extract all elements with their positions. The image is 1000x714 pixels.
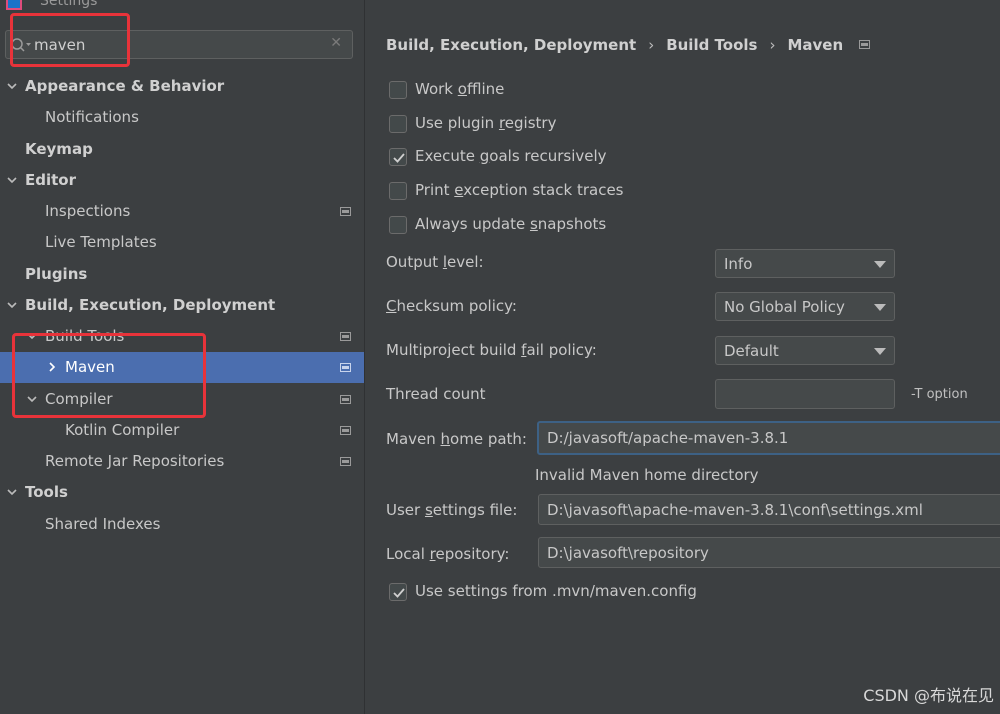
- output-level-label: Output level:: [386, 253, 484, 271]
- tree-item-label: Kotlin Compiler: [65, 421, 180, 439]
- tree-item-label: Appearance & Behavior: [25, 77, 225, 95]
- user-settings-file-input[interactable]: D:\javasoft\apache-maven-3.8.1\conf\sett…: [538, 494, 1000, 525]
- tree-item-inspections[interactable]: Inspections: [0, 196, 364, 227]
- execute-goals-recursively-checkbox[interactable]: [389, 148, 407, 166]
- use-mvn-config-checkbox[interactable]: [389, 583, 407, 601]
- maven-home-error: Invalid Maven home directory: [535, 466, 759, 484]
- tree-item-label: Plugins: [25, 265, 88, 283]
- project-settings-icon: [340, 395, 351, 404]
- close-icon[interactable]: ✕: [330, 35, 342, 51]
- dropdown-arrow-icon: [874, 304, 886, 311]
- tree-item-appearance-behavior[interactable]: Appearance & Behavior: [0, 71, 364, 102]
- checkbox-label: Always update snapshots: [415, 215, 607, 233]
- checksum-policy-label: Checksum policy:: [386, 297, 517, 315]
- user-settings-file-label: User settings file:: [386, 501, 518, 519]
- output-level-dropdown[interactable]: Info: [715, 249, 895, 278]
- thread-count-input[interactable]: [715, 379, 895, 409]
- maven-home-path-label: Maven home path:: [386, 430, 527, 448]
- checkbox-label: Print exception stack traces: [415, 181, 624, 199]
- tree-item-editor[interactable]: Editor: [0, 165, 364, 196]
- tree-item-plugins[interactable]: Plugins: [0, 259, 364, 290]
- checkbox-label: Work offline: [415, 80, 505, 98]
- tree-item-label: Shared Indexes: [45, 515, 161, 533]
- tree-item-label: Live Templates: [45, 233, 157, 251]
- annotation-box-search: [10, 13, 130, 67]
- print-exception-stack-traces-checkbox[interactable]: [389, 182, 407, 200]
- local-repository-label: Local repository:: [386, 545, 510, 563]
- dropdown-value: Default: [724, 342, 779, 360]
- chevron-down-icon[interactable]: [6, 174, 18, 186]
- thread-count-label: Thread count: [386, 385, 486, 403]
- tree-item-notifications[interactable]: Notifications: [0, 102, 364, 133]
- settings-content: Build, Execution, Deployment › Build Tools…: [364, 0, 1000, 714]
- window-title: Settings: [40, 0, 98, 9]
- breadcrumb: Build, Execution, Deployment › Build Tools…: [386, 36, 871, 54]
- breadcrumb-item: Build, Execution, Deployment: [386, 36, 637, 54]
- tree-item-label: Editor: [25, 171, 76, 189]
- dropdown-arrow-icon: [874, 261, 886, 268]
- local-repository-input[interactable]: D:\javasoft\repository: [538, 537, 1000, 568]
- breadcrumb-separator: ›: [648, 36, 655, 54]
- chevron-down-icon[interactable]: [6, 80, 18, 92]
- tree-item-remote-jar-repositories[interactable]: Remote Jar Repositories: [0, 446, 364, 477]
- work-offline-checkbox[interactable]: [389, 81, 407, 99]
- annotation-box-maven: [12, 333, 206, 418]
- tree-item-kotlin-compiler[interactable]: Kotlin Compiler: [0, 415, 364, 446]
- tree-item-label: Notifications: [45, 108, 139, 126]
- project-settings-icon: [340, 207, 351, 216]
- always-update-snapshots-checkbox[interactable]: [389, 216, 407, 234]
- dropdown-value: Info: [724, 255, 753, 273]
- checkmark-icon: [393, 588, 405, 598]
- checksum-policy-dropdown[interactable]: No Global Policy: [715, 292, 895, 321]
- project-settings-icon: [340, 426, 351, 435]
- watermark: CSDN @布说在见: [863, 686, 994, 705]
- input-value: D:\javasoft\repository: [547, 544, 709, 562]
- checkbox-label: Use plugin registry: [415, 114, 557, 132]
- breadcrumb-item: Maven: [787, 36, 844, 54]
- tree-item-live-templates[interactable]: Live Templates: [0, 227, 364, 258]
- fail-policy-label: Multiproject build fail policy:: [386, 341, 597, 359]
- project-settings-icon: [859, 40, 871, 49]
- checkbox-label: Use settings from .mvn/maven.config: [415, 582, 697, 600]
- project-settings-icon: [340, 363, 351, 372]
- breadcrumb-item: Build Tools: [666, 36, 758, 54]
- fail-policy-dropdown[interactable]: Default: [715, 336, 895, 365]
- checkmark-icon: [393, 153, 405, 163]
- dropdown-arrow-icon: [874, 348, 886, 355]
- project-settings-icon: [340, 332, 351, 341]
- tree-item-keymap[interactable]: Keymap: [0, 134, 364, 165]
- input-value: D:\javasoft\apache-maven-3.8.1\conf\sett…: [547, 501, 923, 519]
- chevron-down-icon[interactable]: [6, 486, 18, 498]
- tree-item-label: Build, Execution, Deployment: [25, 296, 276, 314]
- intellij-logo-icon: [6, 0, 22, 10]
- dropdown-value: No Global Policy: [724, 298, 845, 316]
- maven-home-path-input[interactable]: D:/javasoft/apache-maven-3.8.1: [537, 421, 1000, 455]
- tree-item-label: Remote Jar Repositories: [45, 452, 225, 470]
- tree-item-label: Inspections: [45, 202, 131, 220]
- tree-item-build-execution-deployment[interactable]: Build, Execution, Deployment: [0, 290, 364, 321]
- chevron-down-icon[interactable]: [6, 299, 18, 311]
- input-value: D:/javasoft/apache-maven-3.8.1: [547, 429, 789, 447]
- thread-count-hint: -T option: [911, 387, 968, 402]
- use-plugin-registry-checkbox[interactable]: [389, 115, 407, 133]
- project-settings-icon: [340, 457, 351, 466]
- tree-item-shared-indexes[interactable]: Shared Indexes: [0, 509, 364, 540]
- tree-item-label: Tools: [25, 483, 68, 501]
- tree-item-tools[interactable]: Tools: [0, 477, 364, 508]
- breadcrumb-separator: ›: [769, 36, 776, 54]
- tree-item-label: Keymap: [25, 140, 93, 158]
- checkbox-label: Execute goals recursively: [415, 147, 607, 165]
